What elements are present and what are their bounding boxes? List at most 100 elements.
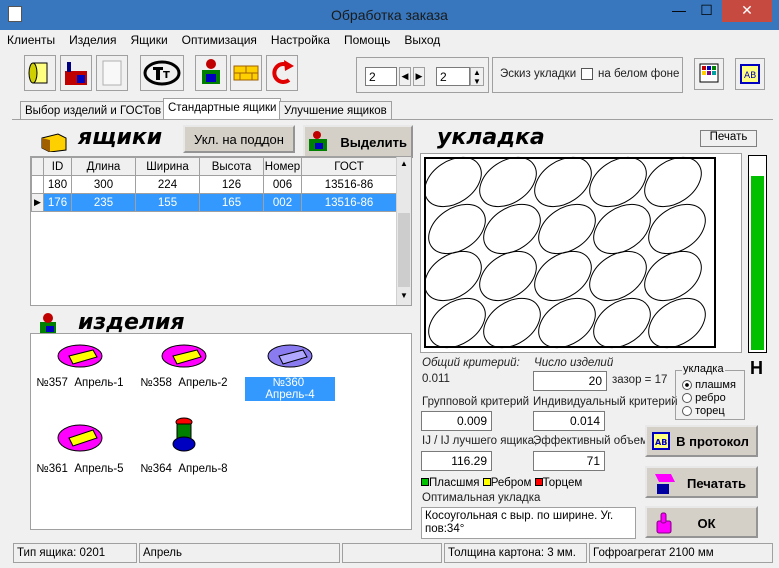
scroll-icon: [28, 62, 48, 84]
menu-exit[interactable]: Выход: [397, 30, 447, 47]
ab-tool-button[interactable]: AB: [735, 58, 765, 90]
menu-help[interactable]: Помощь: [337, 30, 397, 47]
print-button[interactable]: Печатать: [645, 466, 758, 498]
table-scrollbar[interactable]: ▲ ▼: [396, 157, 411, 305]
cell-number: 002: [263, 193, 302, 212]
tab-box-improvement[interactable]: Улучшение ящиков: [279, 101, 392, 120]
radio-flat-dot: [682, 380, 692, 391]
protocol-button[interactable]: AB В протокол: [645, 425, 758, 457]
product-number: №357: [36, 377, 68, 389]
col-length[interactable]: Длина: [71, 157, 136, 176]
palette-tool-button[interactable]: [694, 58, 724, 90]
legend-swatch-edge: [482, 478, 491, 486]
gauge: [748, 155, 767, 353]
svg-text:AB: AB: [744, 71, 756, 81]
print-person-icon: [655, 474, 675, 494]
col-number[interactable]: Номер: [263, 157, 302, 176]
legend-flat: Пласшмя: [429, 477, 480, 489]
radio-edge-label: ребро: [695, 392, 726, 404]
radio-flat[interactable]: плашмя: [682, 379, 736, 391]
pallet-button[interactable]: Укл. на поддон: [183, 125, 295, 153]
ok-button-label: ОК: [697, 516, 716, 531]
cell-id: 176: [43, 193, 72, 212]
total-criterion-label: Общий критерий:: [422, 357, 520, 369]
menu-clients[interactable]: Клиенты: [0, 30, 62, 47]
individual-criterion-field[interactable]: 0.014: [533, 411, 605, 431]
spin-input-1[interactable]: 2: [365, 67, 397, 86]
select-button[interactable]: Выделить: [303, 125, 413, 158]
table-row-selected[interactable]: ▶ 176 235 155 165 002 13516-86: [31, 193, 397, 212]
print-small-button[interactable]: Печать: [700, 130, 757, 147]
cell-width: 224: [135, 175, 200, 194]
gost-tool-button[interactable]: T: [140, 55, 184, 91]
factory-icon: [65, 62, 87, 85]
spin-right-arrow[interactable]: ▶: [413, 67, 425, 86]
layout-canvas: [424, 156, 716, 349]
menu-boxes[interactable]: Ящики: [123, 30, 174, 47]
document-tool-button[interactable]: [96, 55, 128, 91]
table-row[interactable]: 180 300 224 126 006 13516-86: [31, 175, 397, 194]
product-tool-button[interactable]: [195, 55, 227, 91]
title-bar: Обработка заказа — ☐ ✕: [0, 0, 779, 30]
cell-width: 155: [135, 193, 200, 212]
product-item-selected[interactable]: №360 Апрель-4: [245, 338, 335, 401]
radio-end[interactable]: торец: [682, 405, 725, 417]
scroll-thumb[interactable]: [398, 213, 410, 287]
product-name: Апрель-8: [178, 463, 228, 475]
window-title: Обработка заказа: [331, 7, 448, 23]
col-gost[interactable]: ГОСТ: [301, 157, 397, 176]
product-item[interactable]: №358 Апрель-2: [139, 338, 229, 389]
effective-volume-label: Эффективный объем: [533, 435, 648, 447]
product-item[interactable]: №357 Апрель-1: [35, 338, 125, 389]
select-button-label: Выделить: [340, 135, 407, 150]
ok-button[interactable]: ОК: [645, 506, 758, 538]
tab-product-selection[interactable]: Выбор изделий и ГОСТов: [20, 101, 167, 120]
ratio-field[interactable]: 116.29: [421, 451, 492, 471]
refresh-tool-button[interactable]: [266, 55, 298, 91]
scroll-down-arrow[interactable]: ▼: [400, 291, 408, 300]
optimal-text: Косоугольная с выр. по ширине. Уг. пов:3…: [421, 507, 636, 539]
product-box-icon: [202, 59, 220, 84]
product-item[interactable]: №361 Апрель-5: [35, 414, 125, 475]
svg-text:AB: AB: [655, 438, 667, 447]
product-number: №360: [272, 377, 305, 389]
group-criterion-field[interactable]: 0.009: [421, 411, 492, 431]
legend-swatch-flat: [421, 478, 429, 486]
palette-icon: [699, 63, 719, 83]
status-box-type: Тип ящика: 0201: [13, 543, 137, 563]
col-id[interactable]: ID: [43, 157, 72, 176]
menu-optimization[interactable]: Оптимизация: [175, 30, 264, 47]
product-shape-icon: [57, 344, 103, 368]
spin-left-arrow[interactable]: ◀: [399, 67, 411, 86]
close-button[interactable]: ✕: [722, 0, 772, 22]
cell-length: 300: [71, 175, 136, 194]
count-field[interactable]: 20: [533, 371, 607, 391]
tab-standard-boxes[interactable]: Стандартные ящики: [163, 98, 282, 120]
scroll-up-arrow[interactable]: ▲: [400, 159, 408, 168]
status-corrugator: Гофроагрегат 2100 мм: [589, 543, 773, 563]
spin-input-2[interactable]: 2: [436, 67, 470, 86]
cell-gost: 13516-86: [301, 175, 397, 194]
white-bg-checkbox[interactable]: [581, 68, 593, 80]
radio-flat-label: плашмя: [695, 379, 736, 391]
maximize-button[interactable]: ☐: [693, 0, 720, 22]
print-button-label: Печатать: [687, 476, 746, 491]
col-height[interactable]: Высота: [199, 157, 264, 176]
protocol-button-label: В протокол: [676, 434, 749, 449]
radio-end-dot: [682, 406, 692, 417]
minimize-button[interactable]: —: [665, 0, 693, 22]
effective-volume-field[interactable]: 71: [533, 451, 605, 471]
menu-products[interactable]: Изделия: [62, 30, 123, 47]
menu-settings[interactable]: Настройка: [264, 30, 337, 47]
factory-tool-button[interactable]: [60, 55, 92, 91]
clients-tool-button[interactable]: [24, 55, 56, 91]
bricks-tool-button[interactable]: [230, 55, 262, 91]
product-item[interactable]: №364 Апрель-8: [139, 414, 229, 475]
col-width[interactable]: Ширина: [135, 157, 200, 176]
boxes-title: ящики: [78, 125, 163, 150]
spin-updown[interactable]: ▲ ▼: [470, 67, 484, 86]
row-indicator: [31, 175, 44, 194]
radio-edge[interactable]: ребро: [682, 392, 726, 404]
ratio-label: IJ / IJ лучшего ящика,: [422, 435, 538, 447]
product-number: №358: [140, 377, 172, 389]
